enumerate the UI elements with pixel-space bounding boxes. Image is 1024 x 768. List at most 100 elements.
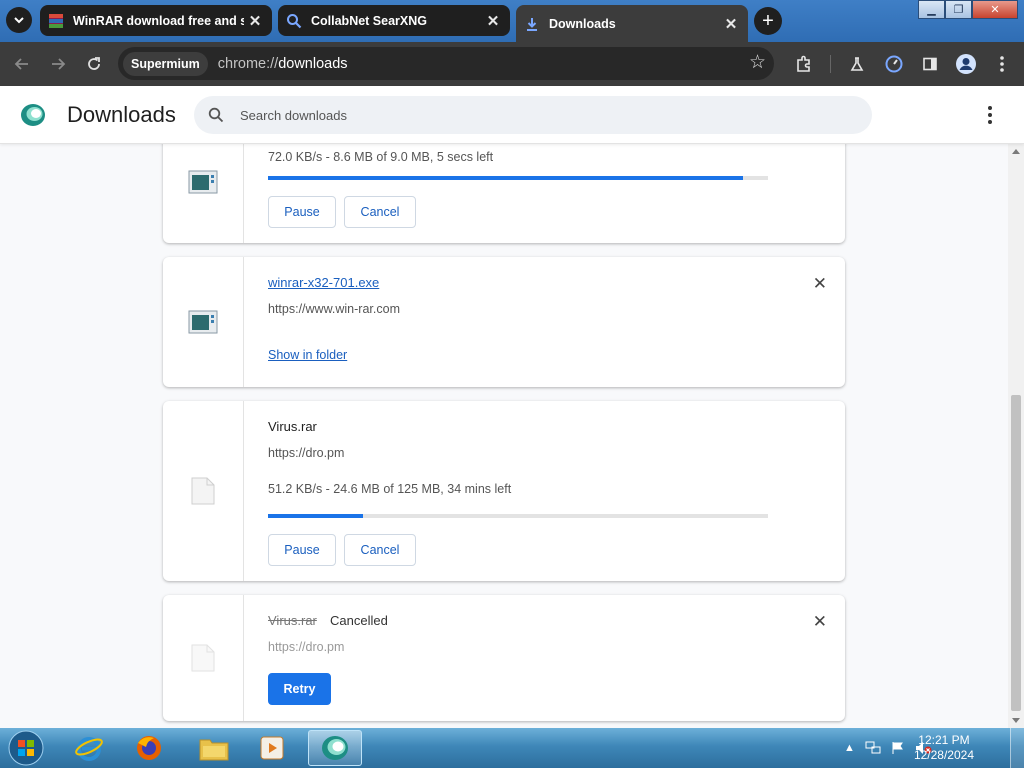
download-card: Virus.rar Cancelled https://dro.pm Retry…	[163, 595, 845, 721]
url-host: downloads	[278, 55, 348, 72]
supermium-icon	[322, 736, 348, 760]
progress-text: 72.0 KB/s - 8.6 MB of 9.0 MB, 5 secs lef…	[268, 150, 494, 164]
clock-date: 12/28/2024	[913, 748, 974, 762]
side-panel-button[interactable]	[917, 51, 943, 77]
page-scrollbar[interactable]	[1008, 144, 1024, 728]
download-card: 72.0 KB/s - 8.6 MB of 9.0 MB, 5 secs lef…	[163, 144, 845, 243]
labs-button[interactable]	[844, 51, 870, 77]
arrow-right-icon	[52, 58, 66, 70]
forward-button[interactable]	[45, 51, 71, 77]
tab-title: CollabNet SearXNG	[311, 13, 428, 28]
progress-bar-fill	[268, 514, 363, 518]
browser-menu-button[interactable]	[989, 51, 1015, 77]
supermium-logo-icon	[21, 104, 45, 126]
tab-search-button[interactable]	[6, 7, 32, 33]
reload-icon	[88, 57, 100, 70]
exe-file-icon	[188, 170, 218, 193]
progress-bar-fill	[268, 176, 743, 180]
toolbar-divider	[830, 55, 831, 73]
extensions-button[interactable]	[791, 51, 817, 77]
pause-button[interactable]: Pause	[268, 534, 336, 566]
new-tab-button[interactable]: +	[754, 7, 782, 35]
reload-button[interactable]	[81, 51, 107, 77]
tab-strip: WinRAR download free and su ✕ CollabNet …	[0, 0, 1024, 42]
firefox-icon	[137, 736, 161, 760]
taskbar-supermium[interactable]	[308, 730, 362, 766]
file-url: https://dro.pm	[268, 446, 345, 460]
file-icon-column	[163, 144, 244, 243]
show-in-folder-link[interactable]: Show in folder	[268, 348, 347, 362]
tab-title: WinRAR download free and su	[73, 13, 244, 28]
taskbar-clock[interactable]: 12:21 PM 12/28/2024	[914, 733, 974, 763]
media-player-icon	[260, 736, 284, 760]
performance-button[interactable]	[881, 51, 907, 77]
search-downloads-box[interactable]	[194, 96, 872, 134]
retry-button[interactable]: Retry	[268, 673, 331, 705]
download-icon	[524, 16, 540, 32]
generic-file-icon	[191, 644, 215, 672]
file-name: Virus.rar	[268, 419, 317, 434]
cancel-button[interactable]: Cancel	[344, 534, 416, 566]
address-bar[interactable]: Supermium chrome://downloads ☆	[118, 47, 774, 80]
tab-title: Downloads	[549, 16, 616, 31]
network-icon[interactable]	[865, 741, 881, 755]
tab-downloads[interactable]: Downloads ✕	[516, 5, 748, 42]
tab-searxng[interactable]: CollabNet SearXNG ✕	[278, 5, 510, 36]
tab-winrar[interactable]: WinRAR download free and su ✕	[40, 5, 272, 36]
file-url: https://dro.pm	[268, 640, 345, 654]
download-card-body: winrar-x32-701.exe https://www.win-rar.c…	[268, 257, 845, 387]
profile-button[interactable]	[953, 51, 979, 77]
bookmark-star-icon[interactable]: ☆	[749, 51, 766, 74]
start-button[interactable]	[6, 729, 46, 767]
taskbar-firefox[interactable]	[122, 730, 176, 766]
back-button[interactable]	[9, 51, 35, 77]
file-explorer-icon	[199, 739, 229, 761]
puzzle-icon	[797, 55, 810, 72]
more-actions-icon[interactable]	[980, 104, 1000, 126]
close-tab-icon[interactable]: ✕	[482, 10, 504, 32]
cancel-button[interactable]: Cancel	[344, 196, 416, 228]
taskbar-file-explorer[interactable]	[187, 730, 241, 766]
taskbar-internet-explorer[interactable]	[62, 730, 116, 766]
scrollbar-thumb[interactable]	[1011, 395, 1021, 711]
progress-text: 51.2 KB/s - 24.6 MB of 125 MB, 34 mins l…	[268, 482, 512, 496]
action-center-flag-icon[interactable]	[891, 741, 905, 755]
close-tab-icon[interactable]: ✕	[244, 10, 266, 32]
scroll-down-arrow-icon[interactable]	[1012, 718, 1020, 723]
maximize-button[interactable]: ❐	[945, 0, 972, 19]
taskbar: ▲ 12:21 PM 12/28/2024	[0, 728, 1024, 768]
winrar-icon	[48, 13, 64, 29]
exe-file-icon	[188, 310, 218, 334]
speedometer-icon	[885, 55, 903, 73]
progress-bar	[268, 514, 768, 518]
search-input[interactable]	[240, 107, 840, 123]
close-tab-icon[interactable]: ✕	[720, 13, 742, 35]
file-icon-column	[163, 595, 244, 721]
show-desktop-button[interactable]	[1010, 728, 1024, 768]
site-chip[interactable]: Supermium	[123, 51, 208, 76]
remove-from-list-icon[interactable]: ✕	[813, 274, 827, 294]
scroll-up-arrow-icon[interactable]	[1012, 149, 1020, 154]
pause-button[interactable]: Pause	[268, 196, 336, 228]
minimize-button[interactable]: ▁	[918, 0, 945, 19]
downloads-header: Downloads	[0, 86, 1024, 144]
side-panel-icon	[923, 57, 937, 71]
flask-icon	[850, 57, 864, 71]
download-card: Virus.rar https://dro.pm 51.2 KB/s - 24.…	[163, 401, 845, 581]
page-title: Downloads	[67, 102, 176, 127]
downloads-list: 72.0 KB/s - 8.6 MB of 9.0 MB, 5 secs lef…	[0, 144, 1008, 728]
file-icon-column	[163, 257, 244, 387]
url-text[interactable]: chrome://downloads	[218, 56, 348, 72]
close-window-button[interactable]: ✕	[972, 0, 1018, 19]
file-name-link[interactable]: winrar-x32-701.exe	[268, 275, 379, 290]
plus-icon: +	[762, 9, 774, 32]
show-hidden-icons-icon[interactable]: ▲	[844, 742, 855, 754]
internet-explorer-icon	[75, 737, 103, 761]
download-card-body: 72.0 KB/s - 8.6 MB of 9.0 MB, 5 secs lef…	[268, 144, 845, 243]
chevron-down-icon	[14, 17, 24, 24]
remove-from-list-icon[interactable]: ✕	[813, 612, 827, 632]
browser-toolbar: Supermium chrome://downloads ☆	[0, 42, 1024, 86]
taskbar-media-player[interactable]	[245, 730, 299, 766]
windows-orb-icon	[8, 730, 44, 766]
download-card: winrar-x32-701.exe https://www.win-rar.c…	[163, 257, 845, 387]
